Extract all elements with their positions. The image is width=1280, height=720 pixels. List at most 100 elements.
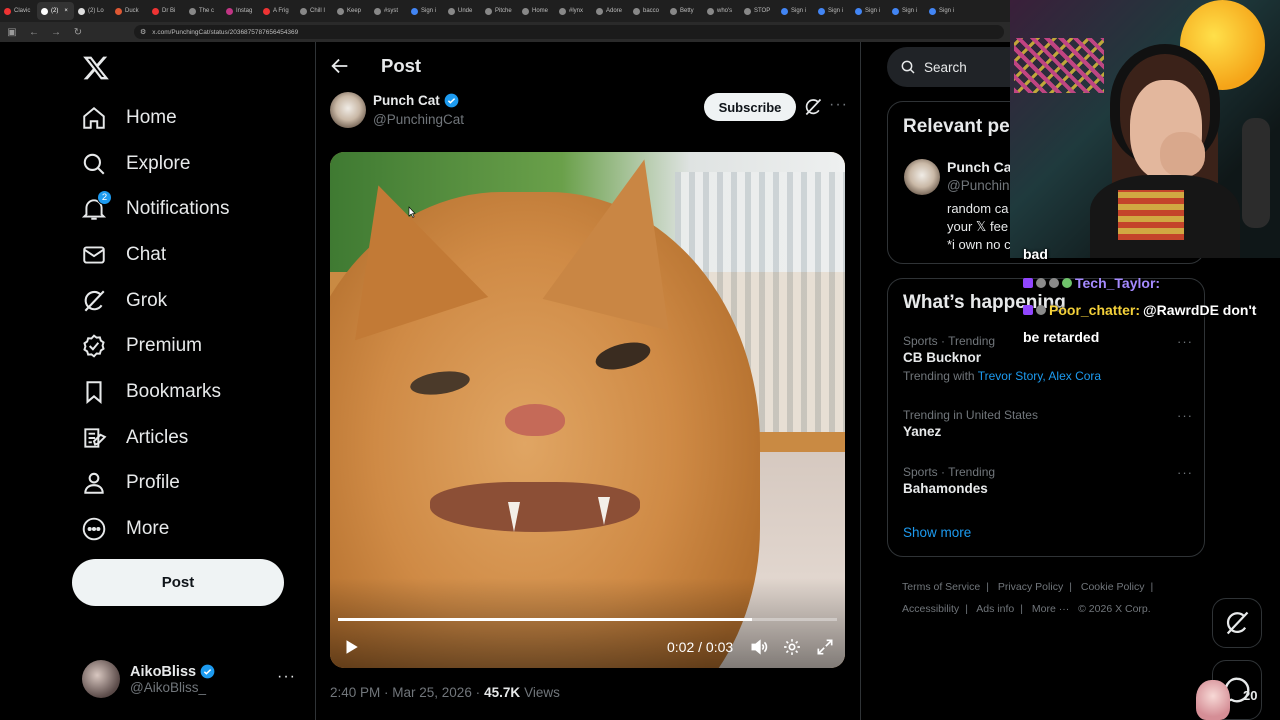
person-icon — [80, 469, 108, 497]
tab-label: Dr Bi — [162, 8, 176, 14]
footer-link[interactable]: Cookie Policy — [1081, 581, 1145, 593]
trend-item[interactable]: Trending in United States Yanez ··· — [903, 408, 1193, 439]
tab-favicon-icon — [707, 7, 714, 15]
grok-floating-button[interactable] — [1212, 598, 1262, 648]
browser-tab[interactable]: STOP — [740, 2, 777, 20]
tab-favicon-icon — [559, 7, 566, 15]
account-more-icon[interactable]: ··· — [277, 668, 296, 686]
tab-label: Instag — [236, 8, 253, 14]
avatar[interactable] — [904, 159, 940, 195]
footer-link[interactable]: Terms of Service — [902, 581, 980, 593]
nav-item-profile[interactable]: Profile — [80, 461, 230, 507]
browser-tab[interactable]: #lynx — [555, 2, 592, 20]
browser-tab[interactable]: Sign i — [407, 2, 444, 20]
site-info-icon[interactable]: ⚙ — [140, 28, 146, 36]
nav-item-bookmarks[interactable]: Bookmarks — [80, 369, 230, 415]
webcam-shirt-print — [1118, 190, 1184, 240]
tab-favicon-icon — [448, 7, 455, 15]
browser-tab[interactable]: who's — [703, 2, 740, 20]
nav-item-chat[interactable]: Chat — [80, 232, 230, 278]
column-divider — [315, 42, 316, 720]
browser-tab[interactable]: Duck — [111, 2, 148, 20]
browser-tab[interactable]: Sign i — [814, 2, 851, 20]
chat-badge-icon — [1062, 278, 1072, 288]
trend-more-icon[interactable]: ··· — [1177, 334, 1193, 349]
browser-tab[interactable]: Sign i — [888, 2, 925, 20]
show-more-link[interactable]: Show more — [903, 525, 971, 540]
grok-icon[interactable] — [803, 97, 823, 117]
bio-line: *i own no c — [947, 237, 1011, 252]
post-more-icon[interactable]: ··· — [829, 96, 848, 114]
browser-tab[interactable]: bacco — [629, 2, 666, 20]
browser-tab[interactable]: Dr Bi — [148, 2, 185, 20]
nav-item-premium[interactable]: Premium — [80, 323, 230, 369]
browser-tab[interactable]: Keep — [333, 2, 370, 20]
settings-gear-icon[interactable] — [782, 637, 802, 657]
reload-icon[interactable]: ↻ — [72, 27, 84, 38]
notification-count-badge: 2 — [97, 190, 112, 206]
browser-tab[interactable]: Sign i — [777, 2, 814, 20]
sidebar-toggle-icon[interactable]: ▣ — [6, 27, 18, 38]
fullscreen-icon[interactable] — [815, 637, 835, 657]
footer-link[interactable]: More ··· — [1032, 603, 1069, 615]
footer-link[interactable]: Ads info — [976, 603, 1014, 615]
compose-post-button[interactable]: Post — [72, 559, 284, 606]
trend-name: CB Bucknor — [903, 350, 982, 365]
author-handle[interactable]: @PunchingCat — [373, 112, 464, 127]
browser-tab[interactable]: Sign i — [925, 2, 962, 20]
browser-tab[interactable]: Clavic — [0, 2, 37, 20]
browser-tab[interactable]: Betty — [666, 2, 703, 20]
play-icon[interactable] — [342, 638, 360, 656]
author-name-row[interactable]: Punch Cat — [373, 93, 459, 108]
post-timestamp[interactable]: 2:40 PM · Mar 25, 2026 · — [330, 685, 480, 700]
footer-link[interactable]: Privacy Policy — [998, 581, 1063, 593]
browser-tab[interactable]: (2) × — [37, 2, 74, 20]
close-tab-icon[interactable]: × — [64, 8, 68, 14]
author-avatar[interactable] — [330, 92, 366, 128]
nav-item-explore[interactable]: Explore — [80, 141, 230, 187]
trend-more-icon[interactable]: ··· — [1177, 465, 1193, 480]
back-arrow-icon[interactable] — [329, 55, 351, 77]
nav-label: Explore — [126, 152, 191, 174]
nav-item-more[interactable]: More — [80, 506, 230, 552]
browser-tab[interactable]: The c — [185, 2, 222, 20]
subscribe-button[interactable]: Subscribe — [704, 93, 796, 121]
browser-tab[interactable]: A Frig — [259, 2, 296, 20]
back-arrow-icon[interactable]: ← — [28, 27, 40, 38]
trend-more-icon[interactable]: ··· — [1177, 408, 1193, 423]
trend-related: Trending with Trevor Story, Alex Cora — [903, 369, 1193, 383]
browser-tab[interactable]: (2) Lo — [74, 2, 111, 20]
browser-tab[interactable]: Sign i — [851, 2, 888, 20]
browser-tab[interactable]: Adore — [592, 2, 629, 20]
video-player[interactable]: 0:02 / 0:03 — [330, 152, 845, 668]
tab-label: Sign i — [902, 8, 918, 14]
footer-link[interactable]: Accessibility — [902, 603, 959, 615]
chat-text: be retarded — [1023, 329, 1100, 345]
nav-item-articles[interactable]: Articles — [80, 415, 230, 461]
nav-item-notifications[interactable]: 2 Notifications — [80, 186, 230, 232]
browser-tab[interactable]: Instag — [222, 2, 259, 20]
whats-happening-card: What’s happening Sports · Trending CB Bu… — [887, 278, 1205, 557]
tab-label: Betty — [680, 8, 694, 14]
browser-tab[interactable]: Chill I — [296, 2, 333, 20]
x-logo-icon[interactable] — [82, 54, 110, 82]
relevant-person-name[interactable]: Punch Ca — [947, 159, 1012, 175]
bio-line: random ca — [947, 201, 1009, 216]
browser-tab[interactable]: Pitche — [481, 2, 518, 20]
volume-icon[interactable] — [749, 637, 769, 657]
tab-favicon-icon — [374, 7, 381, 15]
trending-with-links[interactable]: Trevor Story, Alex Cora — [978, 369, 1101, 383]
nav-item-home[interactable]: Home — [80, 95, 230, 141]
forward-arrow-icon[interactable]: → — [50, 27, 62, 38]
account-switcher[interactable]: AikoBliss @AikoBliss_ ··· — [82, 660, 302, 698]
video-progress-bar[interactable] — [338, 618, 837, 621]
browser-tab[interactable]: Home — [518, 2, 555, 20]
author-name: Punch Cat — [373, 93, 440, 108]
nav-item-grok[interactable]: Grok — [80, 278, 230, 324]
more-circle-icon — [80, 515, 108, 543]
address-bar[interactable]: ⚙ x.com/PunchingCat/status/2036875787656… — [134, 25, 1004, 39]
bio-line: your 𝕏 fee — [947, 219, 1009, 234]
browser-tab[interactable]: Unde — [444, 2, 481, 20]
trend-item[interactable]: Sports · Trending Bahamondes ··· — [903, 465, 1193, 496]
browser-tab[interactable]: #syst — [370, 2, 407, 20]
